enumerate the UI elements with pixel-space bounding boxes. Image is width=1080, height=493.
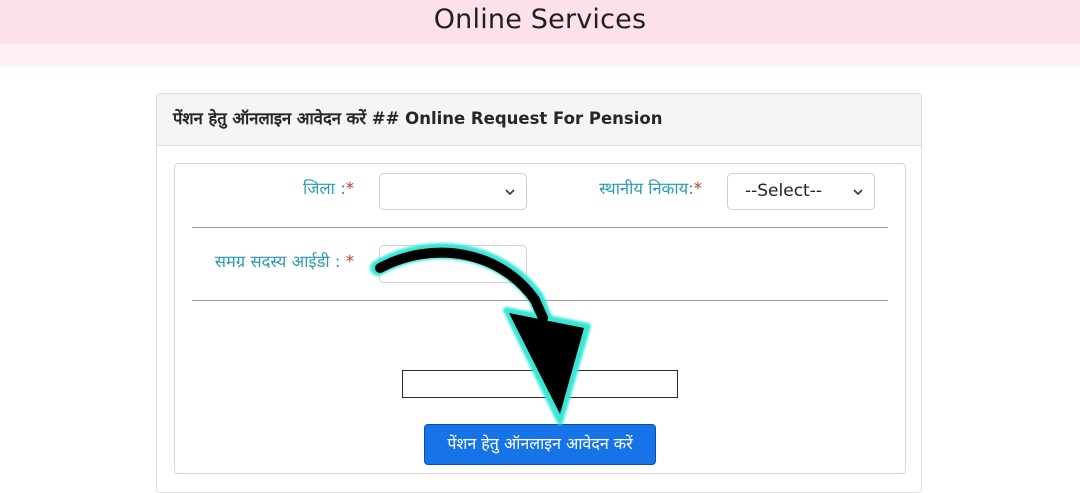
samagra-id-label-text: समग्र सदस्य आईडी : (214, 252, 346, 271)
panel-heading: पेंशन हेतु ऑनलाइन आवेदन करें ## Online R… (157, 94, 921, 146)
district-label: जिला :* (303, 176, 354, 199)
district-select[interactable] (379, 173, 527, 210)
district-label-text: जिला : (302, 179, 346, 198)
site-title: Online Services (433, 4, 647, 35)
row-divider (192, 300, 888, 301)
form-heading: पेंशन हेतु ऑनलाइन आवेदन करें ## Online R… (173, 109, 663, 128)
local-body-label: स्थानीय निकाय:* (599, 176, 702, 199)
chevron-down-icon (853, 189, 863, 196)
required-mark: * (693, 179, 702, 198)
local-body-label-text: स्थानीय निकाय: (599, 179, 694, 198)
apply-pension-button[interactable]: पेंशन हेतु ऑनलाइन आवेदन करें (424, 424, 656, 465)
row-divider (192, 227, 888, 228)
header-subband (0, 44, 1080, 66)
captcha-input[interactable] (402, 370, 678, 398)
required-mark: * (345, 179, 354, 198)
samagra-id-label: समग्र सदस्य आईडी : * (215, 249, 354, 272)
chevron-down-icon (505, 189, 515, 196)
local-body-select-value: --Select-- (745, 181, 822, 201)
required-mark: * (345, 252, 354, 271)
samagra-id-input[interactable] (379, 245, 527, 283)
local-body-select[interactable]: --Select-- (727, 173, 875, 210)
